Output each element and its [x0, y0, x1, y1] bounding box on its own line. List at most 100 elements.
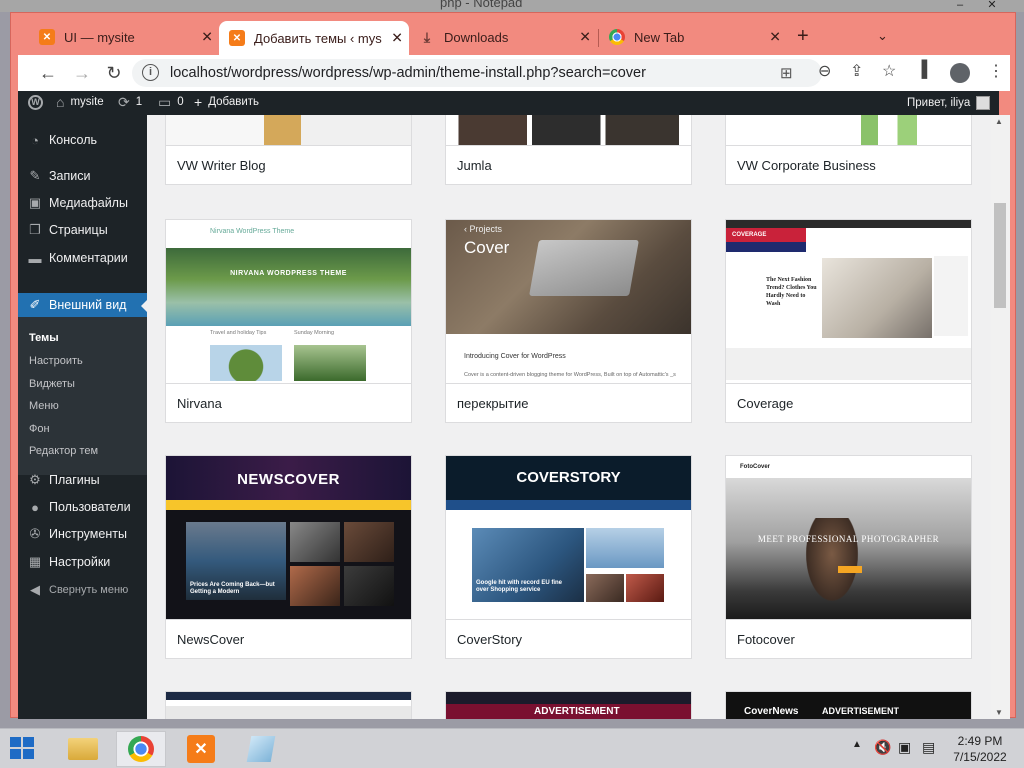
sidebar-item-plugins[interactable]: ⚙ Плагины: [18, 467, 147, 493]
theme-card[interactable]: VW Writer Blog: [165, 115, 412, 185]
collapse-menu-button[interactable]: ◀ Свернуть меню: [18, 577, 147, 603]
comment-icon: ▭: [158, 94, 172, 110]
theme-card[interactable]: ADVERTISEMENT: [445, 691, 692, 719]
close-icon[interactable]: ✕: [579, 29, 591, 46]
tab-label: Downloads: [444, 29, 509, 45]
theme-screenshot: Nirvana WordPress Theme NIRVANA WORDPRES…: [166, 220, 411, 384]
file-explorer-button[interactable]: [58, 731, 108, 767]
tray-expand-icon[interactable]: ▲: [852, 739, 862, 750]
screenshot-ad-text: ADVERTISEMENT: [822, 706, 900, 716]
profile-avatar-icon[interactable]: [950, 63, 970, 83]
settings-icon: ▦: [28, 554, 42, 569]
screenshot-text: Travel and holiday Tips: [210, 330, 267, 336]
screenshot-text: Cover is a content-driven blogging theme…: [464, 372, 676, 378]
wordpress-logo-icon[interactable]: W: [28, 95, 43, 110]
submenu-widgets[interactable]: Виджеты: [29, 378, 75, 390]
bookmark-star-icon[interactable]: ☆: [882, 61, 896, 81]
back-button[interactable]: ←: [36, 61, 60, 85]
theme-card[interactable]: ‹ Projects Cover Introducing Cover for W…: [445, 219, 692, 423]
reload-button[interactable]: ↻: [102, 61, 126, 85]
screenshot-headline: Prices Are Coming Back—but Getting a Mod…: [190, 582, 275, 595]
translate-icon[interactable]: ⊞: [780, 64, 793, 82]
screenshot-text: Sunday Morning: [294, 330, 335, 336]
sidebar-item-media[interactable]: ▣ Медиафайлы: [18, 190, 147, 216]
theme-card[interactable]: Jumla: [445, 115, 692, 185]
submenu-themes[interactable]: Темы: [29, 332, 59, 344]
network-icon[interactable]: ▣: [898, 739, 911, 756]
scroll-up-icon[interactable]: ▲: [995, 117, 1003, 126]
sidebar-item-pages[interactable]: ❐ Страницы: [18, 217, 147, 243]
theme-card[interactable]: CoverNews ADVERTISEMENT: [725, 691, 972, 719]
address-bar[interactable]: i localhost/wordpress/wordpress/wp-admin…: [132, 59, 822, 87]
side-panel-icon[interactable]: ▐: [916, 61, 927, 79]
theme-card[interactable]: NEWSCOVER Prices Are Coming Back—but Get…: [165, 455, 412, 659]
menu-kebab-icon[interactable]: ⋮: [988, 61, 1004, 81]
site-name-link[interactable]: ⌂ mysite: [56, 95, 104, 109]
new-tab-button[interactable]: +: [797, 25, 809, 48]
content-scrollbar[interactable]: ▲ ▼: [991, 115, 1010, 719]
scroll-thumb[interactable]: [994, 203, 1006, 308]
background-window-title: php - Notepad: [440, 0, 523, 10]
volume-muted-icon[interactable]: 🔇: [874, 739, 891, 756]
submenu-background[interactable]: Фон: [29, 423, 50, 435]
theme-card[interactable]: FotoCover MEET PROFESSIONAL PHOTOGRAPHER…: [725, 455, 972, 659]
screenshot-header: COVERSTORY: [446, 456, 691, 500]
chrome-taskbar-button[interactable]: [116, 731, 166, 767]
system-clock[interactable]: 2:49 PM 7/15/2022: [940, 733, 1020, 765]
themes-browser: VW Writer Blog Jumla VW Corporate Busine…: [147, 115, 991, 719]
screenshot-nav: [446, 500, 691, 510]
xampp-icon: ✕: [187, 735, 215, 763]
avatar: [976, 96, 991, 110]
notepad-taskbar-button[interactable]: [236, 731, 286, 767]
start-button[interactable]: [10, 737, 36, 761]
url-text[interactable]: localhost/wordpress/wordpress/wp-admin/t…: [170, 65, 646, 81]
action-center-icon[interactable]: ▤: [922, 739, 935, 756]
theme-name: VW Writer Blog: [166, 145, 411, 184]
admin-sidebar: ◔ Консоль ✎ Записи ▣ Медиафайлы ❐ Страни…: [18, 115, 147, 719]
tab-new-tab[interactable]: New Tab ✕: [599, 23, 787, 51]
zoom-icon[interactable]: ⊖: [818, 61, 831, 81]
sidebar-item-settings[interactable]: ▦ Настройки: [18, 549, 147, 575]
sidebar-item-tools[interactable]: ✇ Инструменты: [18, 521, 147, 547]
sidebar-item-appearance[interactable]: ✐ Внешний вид: [18, 293, 147, 317]
sidebar-item-dashboard[interactable]: ◔ Консоль: [18, 127, 147, 153]
share-icon[interactable]: ⇪: [850, 61, 863, 81]
my-account-link[interactable]: Привет, iliya: [907, 96, 991, 110]
submenu-theme-editor[interactable]: Редактор тем: [29, 445, 98, 457]
tab-ui-mysite[interactable]: ✕ UI — mysite ✕: [29, 23, 219, 51]
submenu-menus[interactable]: Меню: [29, 400, 59, 412]
sidebar-item-posts[interactable]: ✎ Записи: [18, 163, 147, 189]
theme-name: Nirvana: [166, 383, 411, 422]
theme-card[interactable]: [165, 691, 412, 719]
tab-search-button[interactable]: ⌄: [877, 28, 888, 44]
scroll-down-icon[interactable]: ▼: [995, 708, 1003, 717]
sidebar-item-comments[interactable]: ▬ Комментарии: [18, 245, 147, 271]
download-icon: ⤓: [423, 28, 431, 45]
comments-link[interactable]: ▭ 0: [158, 94, 184, 110]
sidebar-item-label: Записи: [49, 169, 91, 183]
minimize-icon[interactable]: –: [944, 0, 976, 12]
submenu-customize[interactable]: Настроить: [29, 355, 83, 367]
screenshot-image: [290, 566, 340, 606]
tab-add-themes[interactable]: ✕ Добавить темы ‹ mysit ✕: [219, 21, 409, 55]
close-icon[interactable]: ✕: [769, 29, 781, 46]
sidebar-item-users[interactable]: ● Пользователи: [18, 494, 147, 520]
close-icon[interactable]: ✕: [976, 0, 1008, 12]
forward-button[interactable]: →: [70, 61, 94, 85]
screenshot-image: [802, 518, 862, 608]
tab-downloads[interactable]: ⤓ Downloads ✕: [409, 23, 597, 51]
close-icon[interactable]: ✕: [201, 29, 213, 46]
pages-icon: ❐: [29, 222, 41, 237]
theme-card[interactable]: COVERAGE The Next Fashion Trend? Clothes…: [725, 219, 972, 423]
updates-link[interactable]: ⟳ 1: [118, 95, 142, 109]
screenshot-headline: Google hit with record EU fine over Shop…: [476, 580, 563, 593]
browser-window: ✕ UI — mysite ✕ ✕ Добавить темы ‹ mysit …: [10, 12, 1016, 719]
theme-card[interactable]: VW Corporate Business: [725, 115, 972, 185]
theme-card[interactable]: Nirvana WordPress Theme NIRVANA WORDPRES…: [165, 219, 412, 423]
new-content-link[interactable]: + Добавить: [194, 95, 259, 109]
sidebar-item-label: Медиафайлы: [49, 196, 128, 210]
info-icon[interactable]: i: [142, 64, 159, 81]
theme-card[interactable]: COVERSTORY Google hit with record EU fin…: [445, 455, 692, 659]
xampp-taskbar-button[interactable]: ✕: [176, 731, 226, 767]
close-icon[interactable]: ✕: [391, 30, 403, 47]
